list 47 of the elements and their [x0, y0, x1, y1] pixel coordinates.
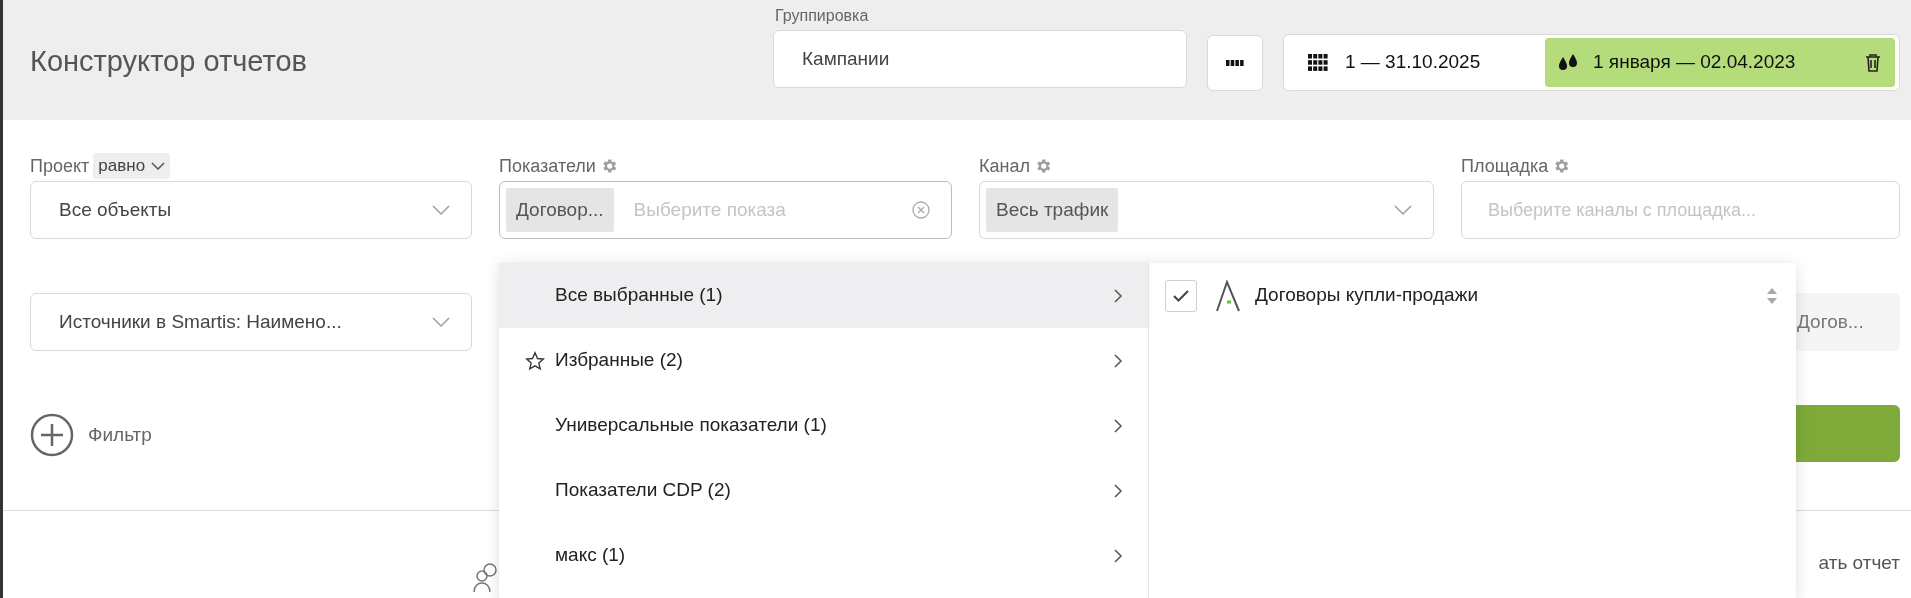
- check-icon: [1173, 289, 1189, 302]
- selected-tag: Договор...: [506, 188, 614, 232]
- select-value: Все объекты: [59, 197, 172, 222]
- search-placeholder: Выберите показа: [633, 197, 786, 222]
- category-item[interactable]: Все выбранные (1): [499, 263, 1148, 328]
- channel-select[interactable]: Весь трафик: [979, 181, 1434, 239]
- period-range[interactable]: 1 — 31.10.2025: [1345, 48, 1539, 77]
- calendar-icon[interactable]: [1308, 53, 1328, 72]
- chevron-down-icon: [431, 204, 451, 216]
- chevron-right-icon: [1113, 417, 1123, 434]
- chevron-down-icon: [1393, 204, 1413, 216]
- grouping-label: Группировка: [775, 6, 870, 26]
- compare-period-range: 1 января — 02.04.2023: [1593, 50, 1796, 75]
- add-filter-button[interactable]: Фильтр: [30, 413, 152, 457]
- project-select[interactable]: Все объекты: [30, 181, 472, 239]
- logo-icon: [1215, 279, 1241, 312]
- source-select[interactable]: Источники в Smartis: Наимено...: [30, 293, 472, 351]
- chevron-right-icon: [1113, 482, 1123, 499]
- metrics-label: Показатели: [499, 154, 596, 178]
- grouping-field[interactable]: Кампании: [773, 30, 1187, 88]
- chevron-right-icon: [1113, 287, 1123, 304]
- compare-period-chip[interactable]: 1 января — 02.04.2023: [1545, 38, 1895, 87]
- clear-icon[interactable]: [911, 200, 931, 220]
- star-icon: [525, 350, 545, 371]
- checkbox[interactable]: [1165, 279, 1197, 312]
- platform-label: Площадка: [1461, 154, 1549, 178]
- selected-tag: Весь трафик: [986, 188, 1119, 232]
- sort-icon[interactable]: [1766, 286, 1778, 305]
- operator-dropdown[interactable]: равно: [93, 153, 171, 179]
- metric-name: Договоры купли-продажи: [1255, 283, 1478, 308]
- metrics-select[interactable]: Договор... Выберите показа: [499, 181, 952, 239]
- create-report-link[interactable]: ать отчет: [1818, 549, 1900, 578]
- drops-icon: [1557, 52, 1579, 73]
- chevron-right-icon: [1113, 352, 1123, 369]
- select-value: Источники в Smartis: Наимено...: [59, 309, 342, 334]
- project-label: Проект: [30, 154, 90, 178]
- chevron-down-icon: [151, 162, 166, 170]
- selected-tag: Догов...: [1793, 293, 1900, 351]
- more-button[interactable]: [1207, 35, 1263, 91]
- apply-button[interactable]: [1793, 405, 1900, 462]
- trash-icon[interactable]: [1865, 53, 1881, 72]
- dots-icon: [1226, 60, 1244, 66]
- chevron-down-icon: [431, 316, 451, 328]
- chevron-right-icon: [1113, 547, 1123, 564]
- plus-circle-icon: [30, 413, 74, 457]
- page-title: Конструктор отчетов: [30, 44, 308, 79]
- channel-label: Канал: [979, 154, 1030, 178]
